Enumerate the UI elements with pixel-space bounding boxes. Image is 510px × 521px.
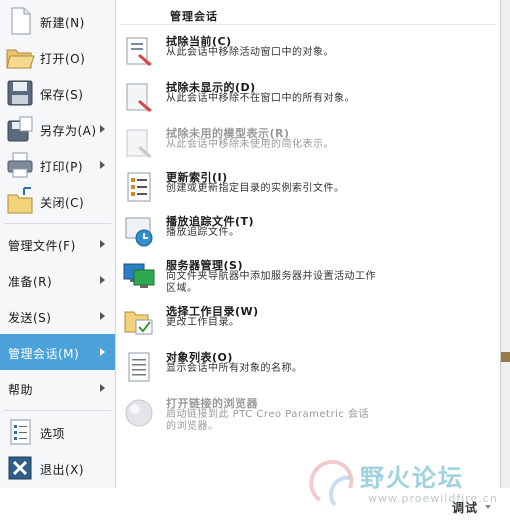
erase-current-description: 从此会话中移除活动窗口中的对象。 [166, 47, 334, 58]
open-folder-icon [6, 49, 35, 69]
object-list-icon [128, 352, 150, 382]
play-trail-file-icon [125, 217, 153, 247]
watermark-url: www.proewildfire.cn [368, 492, 498, 505]
open-label: 打开(O) [40, 52, 86, 66]
erase-current-icon [126, 37, 152, 66]
object-list-item[interactable]: 对象列表(O) 显示会话中所有对象的名称。 [116, 346, 496, 390]
manage-file-arrow-icon [100, 240, 105, 248]
new-document-icon [11, 7, 31, 35]
erase-current-item[interactable]: 拭除当前(C) 从此会话中移除活动窗口中的对象。 [116, 30, 496, 74]
open-linked-browser-item[interactable]: 打开链接的浏览器 启动链接到此 PTC Creo Parametric 会话的浏… [116, 392, 496, 436]
save-as-icon [7, 116, 33, 142]
send-label: 发送(S) [8, 311, 52, 325]
play-trail-file-item[interactable]: 播放追踪文件(T) 播放追踪文件。 [116, 210, 496, 254]
prepare-menu-item[interactable]: 准备(R) [0, 262, 115, 298]
printer-icon [7, 152, 33, 178]
manage-session-arrow-icon [100, 348, 105, 356]
save-label: 保存(S) [40, 88, 84, 102]
file-menu-commands: 新建(N) 打开(O) 保存(S) 另存为(A) 打印(P) 关闭(C) 管理文… [0, 0, 116, 488]
close-menu-item[interactable]: 关闭(C) [0, 183, 115, 219]
play-trail-file-description: 播放追踪文件。 [166, 227, 240, 238]
prepare-arrow-icon [100, 276, 105, 284]
exit-label: 退出(X) [40, 463, 85, 477]
erase-not-displayed-icon [126, 83, 152, 112]
application-window: 新建(N) 打开(O) 保存(S) 另存为(A) 打印(P) 关闭(C) 管理文… [0, 0, 510, 521]
prepare-label: 准备(R) [8, 275, 53, 289]
save-as-arrow-icon [100, 125, 105, 133]
exit-menu-item[interactable]: 退出(X) [0, 450, 115, 486]
help-arrow-icon [100, 384, 105, 392]
server-management-icon [123, 263, 155, 288]
new-menu-item[interactable]: 新建(N) [0, 3, 115, 39]
update-index-item[interactable]: 更新索引(I) 创建或更新指定目录的实例索引文件。 [116, 166, 496, 210]
erase-unused-reps-description: 从此会话中移除未使用的简化表示。 [166, 139, 334, 150]
send-menu-item[interactable]: 发送(S) [0, 298, 115, 334]
erase-unused-reps-icon [126, 129, 152, 158]
manage-session-submenu: 管理会话 拭除当前(C) 从此会话中移除活动窗口中的对象。 拭除未显示的(D) … [116, 0, 500, 488]
window-right-edge [501, 0, 510, 488]
server-management-description: 向文件夹导航器中添加服务器并设置活动工作区域。 [166, 271, 376, 294]
print-label: 打印(P) [40, 160, 84, 174]
print-arrow-icon [100, 161, 105, 169]
debug-dropdown[interactable]: 调试 [452, 499, 478, 516]
print-menu-item[interactable]: 打印(P) [0, 147, 115, 183]
separator [4, 410, 111, 411]
exit-x-icon [8, 456, 32, 480]
save-as-label: 另存为(A) [40, 124, 97, 138]
help-label: 帮助 [8, 383, 34, 397]
help-menu-item[interactable]: 帮助 [0, 370, 115, 406]
erase-not-displayed-description: 从此会话中移除不在窗口中的所有对象。 [166, 93, 355, 104]
open-linked-browser-icon [125, 399, 153, 427]
background-marker [501, 352, 510, 362]
erase-unused-reps-item[interactable]: 拭除未用的模型表示(R) 从此会话中移除未使用的简化表示。 [116, 122, 496, 166]
options-label: 选项 [40, 427, 66, 441]
file-menu-panel: 新建(N) 打开(O) 保存(S) 另存为(A) 打印(P) 关闭(C) 管理文… [0, 0, 501, 489]
server-management-item[interactable]: 服务器管理(S) 向文件夹导航器中添加服务器并设置活动工作区域。 [116, 254, 496, 298]
select-working-directory-description: 更改工作目录。 [166, 317, 240, 328]
update-index-description: 创建或更新指定目录的实例索引文件。 [166, 183, 345, 194]
manage-file-label: 管理文件(F) [8, 239, 76, 253]
save-as-menu-item[interactable]: 另存为(A) [0, 111, 115, 147]
manage-session-label: 管理会话(M) [8, 347, 80, 361]
erase-not-displayed-item[interactable]: 拭除未显示的(D) 从此会话中移除不在窗口中的所有对象。 [116, 76, 496, 120]
submenu-header: 管理会话 [170, 10, 218, 23]
new-label: 新建(N) [40, 16, 85, 30]
save-floppy-icon [7, 80, 33, 106]
manage-file-menu-item[interactable]: 管理文件(F) [0, 226, 115, 262]
separator [4, 223, 111, 224]
manage-session-menu-item[interactable]: 管理会话(M) [0, 334, 115, 370]
submenu-header-divider [120, 24, 496, 25]
options-list-icon [10, 419, 31, 445]
select-working-directory-item[interactable]: 选择工作目录(W) 更改工作目录。 [116, 300, 496, 344]
update-index-icon [127, 172, 151, 202]
send-arrow-icon [100, 312, 105, 320]
object-list-description: 显示会话中所有对象的名称。 [166, 363, 303, 374]
save-menu-item[interactable]: 保存(S) [0, 75, 115, 111]
open-linked-browser-description: 启动链接到此 PTC Creo Parametric 会话的浏览器。 [166, 409, 370, 432]
watermark-text: 野火论坛 [360, 464, 464, 492]
select-working-directory-icon [124, 311, 153, 335]
close-label: 关闭(C) [40, 196, 85, 210]
close-folder-icon [7, 187, 33, 214]
open-menu-item[interactable]: 打开(O) [0, 39, 115, 75]
debug-dropdown-arrow-icon[interactable] [485, 505, 491, 509]
options-menu-item[interactable]: 选项 [0, 414, 115, 450]
